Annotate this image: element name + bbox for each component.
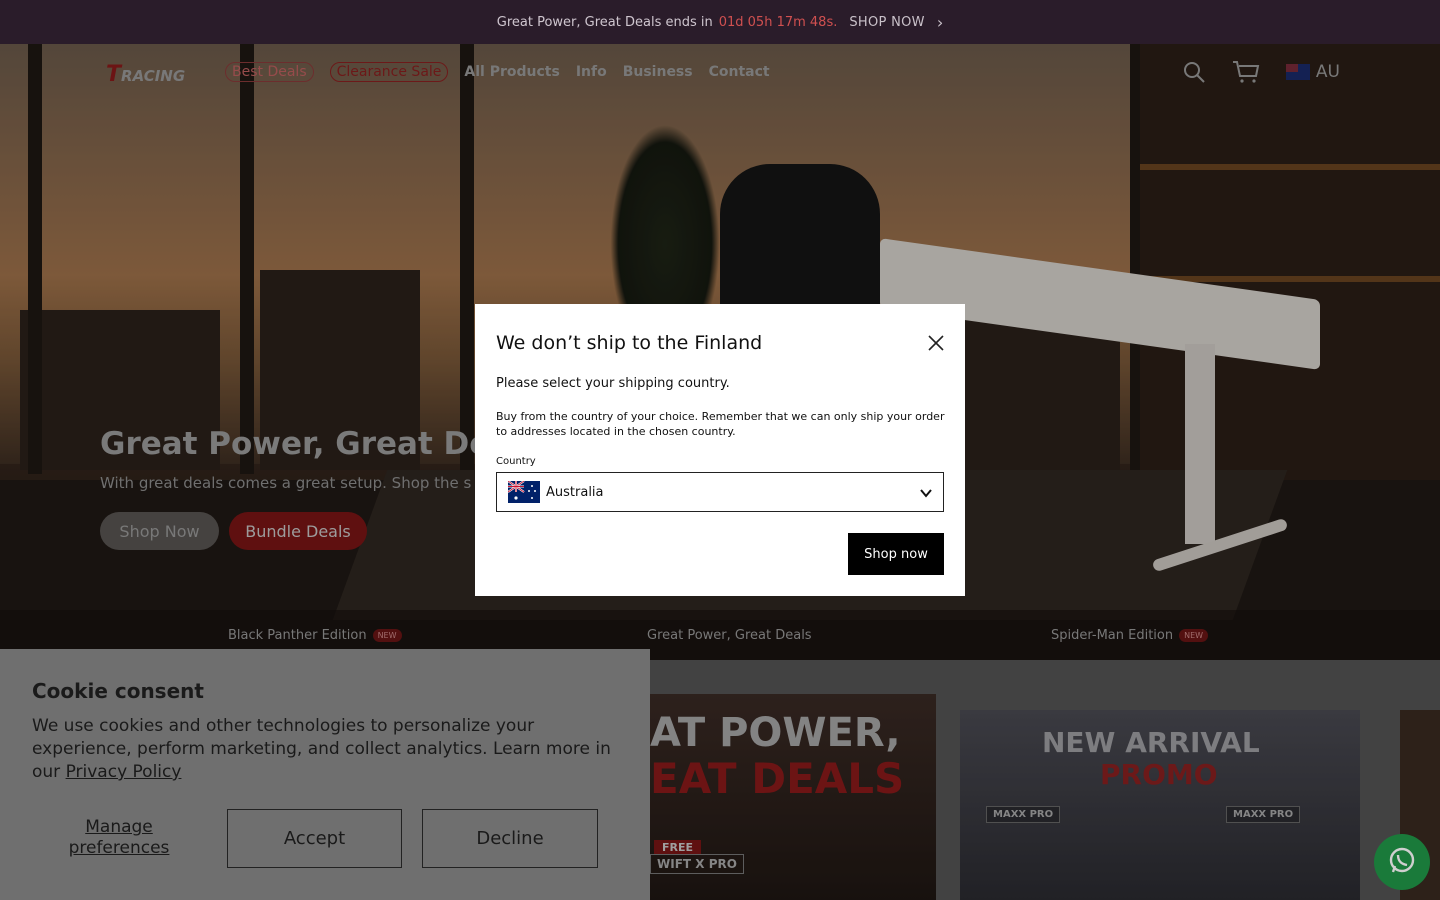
cookie-consent-panel: Cookie consent We use cookies and other …: [0, 649, 650, 900]
nav-contact[interactable]: Contact: [709, 64, 770, 80]
hero-desk-leg: [1185, 344, 1215, 544]
window-mullion: [240, 44, 254, 474]
announcement-shop-now-link[interactable]: SHOP NOW: [849, 15, 924, 30]
hero-subtitle: With great deals comes a great setup. Sh…: [100, 474, 472, 492]
shop-now-button[interactable]: Shop Now: [100, 512, 219, 550]
country-select[interactable]: Australia: [496, 472, 944, 512]
accept-button[interactable]: Accept: [227, 809, 402, 868]
nav-clearance-sale[interactable]: Clearance Sale: [329, 62, 449, 82]
promo-product-tag: MAXX PRO: [986, 806, 1061, 823]
country-selector[interactable]: AU: [1285, 62, 1340, 82]
whatsapp-icon: [1387, 845, 1417, 879]
promo-headline: AT POWER,: [650, 710, 901, 756]
logo-text: RACING: [121, 67, 186, 85]
new-badge: NEW: [372, 628, 402, 642]
bundle-deals-button[interactable]: Bundle Deals: [229, 512, 367, 550]
tab-black-panther[interactable]: Black Panther Edition NEW: [228, 628, 402, 643]
shelf-board: [1140, 164, 1440, 170]
promo-card-great-deals[interactable]: AT POWER, EAT DEALS FREE WIFT X PRO: [650, 694, 936, 900]
chevron-right-icon[interactable]: ›: [937, 13, 943, 32]
selected-country: Australia: [546, 484, 604, 500]
promo-product-tag: WIFT X PRO: [650, 854, 744, 874]
window-mullion: [460, 44, 474, 474]
manage-preferences-link[interactable]: Manage preferences: [52, 817, 186, 859]
country-label: Country: [496, 456, 536, 467]
decline-button[interactable]: Decline: [422, 809, 598, 868]
promo-card-new-arrival[interactable]: NEW ARRIVAL PROMO MAXX PRO MAXX PRO: [960, 710, 1360, 900]
brand-logo[interactable]: TRACING: [106, 62, 185, 87]
search-icon[interactable]: [1182, 60, 1206, 84]
logo-mark-icon: T: [106, 62, 122, 87]
promo-headline: NEW ARRIVAL: [1042, 726, 1260, 759]
nav-business[interactable]: Business: [623, 64, 693, 80]
promo-product-tag: MAXX PRO: [1226, 806, 1301, 823]
header-icons: AU: [1182, 60, 1340, 84]
announcement-text: Great Power, Great Deals ends in: [496, 14, 713, 30]
nav-all-products[interactable]: All Products: [464, 64, 559, 80]
promo-headline-accent: EAT DEALS: [650, 754, 905, 803]
countdown-timer: 01d 05h 17m 48s.: [718, 14, 838, 30]
main-nav: Best Deals Clearance Sale All Products I…: [225, 62, 770, 82]
country-code: AU: [1315, 62, 1340, 82]
tab-label: Spider-Man Edition: [1051, 627, 1174, 643]
nav-info[interactable]: Info: [576, 64, 607, 80]
modal-shop-now-button[interactable]: Shop now: [848, 533, 944, 575]
privacy-policy-link[interactable]: Privacy Policy: [66, 762, 182, 782]
australia-flag-icon: [507, 480, 540, 503]
cookie-title: Cookie consent: [32, 679, 204, 703]
tab-great-power[interactable]: Great Power, Great Deals: [647, 628, 812, 643]
promo-headline-accent: PROMO: [1100, 758, 1218, 791]
new-badge: NEW: [1179, 628, 1209, 642]
chevron-down-icon: [919, 486, 933, 504]
tab-label: Great Power, Great Deals: [647, 627, 812, 643]
cookie-text: We use cookies and other technologies to…: [32, 715, 612, 784]
tab-label: Black Panther Edition: [228, 627, 367, 643]
modal-title: We don’t ship to the Finland: [496, 332, 763, 354]
window-mullion: [28, 44, 42, 474]
nav-best-deals[interactable]: Best Deals: [225, 62, 314, 82]
australia-flag-icon: [1285, 64, 1310, 80]
modal-body: Buy from the country of your choice. Rem…: [496, 410, 945, 438]
cart-icon[interactable]: [1232, 60, 1260, 84]
modal-prompt: Please select your shipping country.: [496, 376, 730, 391]
shipping-country-modal: We don’t ship to the Finland Please sele…: [475, 304, 965, 596]
whatsapp-chat-button[interactable]: [1374, 834, 1430, 890]
tab-spider-man[interactable]: Spider-Man Edition NEW: [1051, 627, 1209, 643]
announcement-bar: Great Power, Great Deals ends in 01d 05h…: [0, 0, 1440, 44]
promo-free-tag: FREE: [654, 840, 702, 855]
close-icon[interactable]: [925, 332, 947, 354]
